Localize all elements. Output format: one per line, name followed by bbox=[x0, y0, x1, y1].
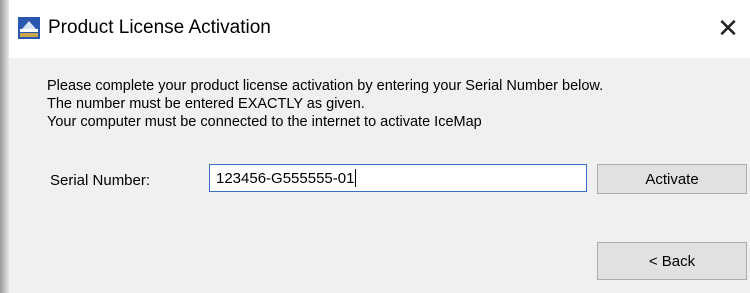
app-logo-icon bbox=[18, 17, 40, 39]
serial-number-value: 123456-G555555-01 bbox=[216, 169, 355, 187]
title-bar[interactable]: Product License Activation ✕ bbox=[9, 0, 750, 58]
back-button[interactable]: < Back bbox=[597, 242, 747, 280]
instruction-line-1: Please complete your product license act… bbox=[47, 78, 604, 94]
serial-number-input[interactable]: 123456-G555555-01 bbox=[209, 164, 587, 192]
license-activation-dialog: Product License Activation ✕ Please comp… bbox=[0, 0, 750, 293]
instruction-line-3: Your computer must be connected to the i… bbox=[47, 114, 482, 130]
close-icon: ✕ bbox=[717, 12, 739, 43]
activate-button[interactable]: Activate bbox=[597, 164, 747, 194]
dialog-body: Please complete your product license act… bbox=[9, 58, 750, 293]
window-edge-shadow bbox=[0, 0, 9, 293]
text-caret bbox=[355, 169, 357, 187]
serial-number-label: Serial Number: bbox=[50, 172, 151, 189]
close-button[interactable]: ✕ bbox=[714, 12, 742, 43]
window-title: Product License Activation bbox=[48, 17, 271, 38]
instruction-line-2: The number must be entered EXACTLY as gi… bbox=[47, 96, 365, 112]
